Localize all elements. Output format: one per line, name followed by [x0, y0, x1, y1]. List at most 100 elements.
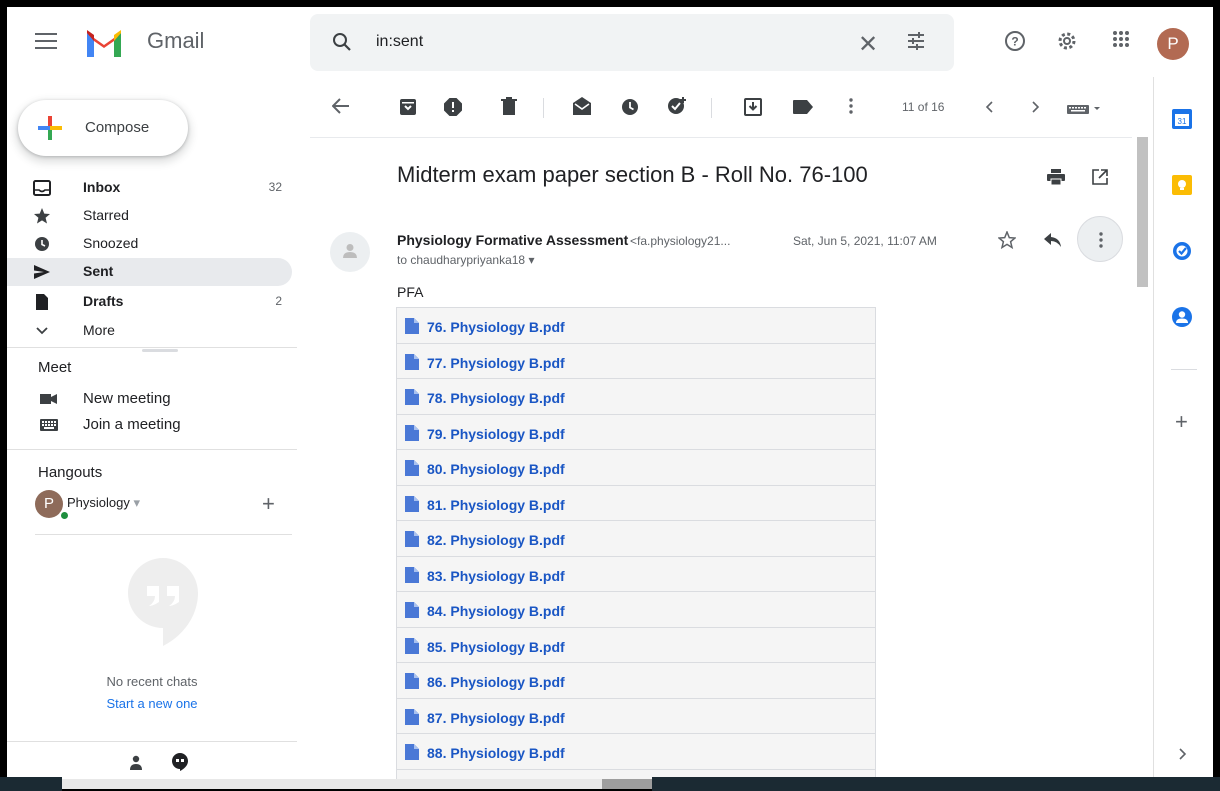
attachment-row[interactable]: 82. Physiology B.pdf [397, 521, 875, 557]
attachment-row[interactable]: 84. Physiology B.pdf [397, 592, 875, 628]
mark-unread-icon[interactable] [572, 97, 592, 115]
attachment-name[interactable]: 88. Physiology B.pdf [427, 745, 565, 761]
reply-arrow-icon[interactable] [1044, 233, 1062, 247]
print-icon[interactable] [1047, 169, 1065, 185]
newer-chevron-left-icon[interactable] [985, 101, 993, 113]
caret-down-icon: ▾ [133, 495, 141, 510]
message-more-button[interactable] [1077, 216, 1123, 262]
input-tools-keyboard-icon[interactable] [1067, 103, 1103, 115]
draft-count: 2 [275, 294, 282, 308]
attachment-row[interactable]: 86. Physiology B.pdf [397, 663, 875, 699]
add-chat-icon[interactable]: + [262, 491, 275, 517]
back-arrow-icon[interactable] [332, 98, 350, 114]
add-to-tasks-icon[interactable] [667, 96, 689, 116]
keyboard-icon [40, 419, 58, 431]
sidebar-item-sent[interactable]: Sent [7, 258, 292, 286]
contacts-person-icon[interactable] [129, 755, 143, 771]
attachment-row[interactable]: 85. Physiology B.pdf [397, 627, 875, 663]
apps-grid-icon[interactable] [1112, 30, 1130, 48]
sidebar-item-more[interactable]: More [7, 317, 292, 345]
attachment-row[interactable]: 83. Physiology B.pdf [397, 556, 875, 592]
unread-count: 32 [268, 180, 282, 194]
no-recent-chats-text: No recent chats [106, 674, 198, 689]
meet-section-title: Meet [38, 359, 72, 376]
document-icon [405, 460, 419, 476]
search-options-icon[interactable] [906, 31, 926, 51]
online-status-dot [59, 510, 70, 521]
document-icon [405, 744, 419, 760]
message-subject: Midterm exam paper section B - Roll No. … [397, 162, 868, 187]
calendar-icon[interactable]: 31 [1172, 109, 1192, 129]
person-placeholder-icon [343, 244, 357, 258]
sidebar-item-drafts[interactable]: Drafts 2 [7, 288, 292, 316]
gmail-window: Gmail in:sent ✕ ? P Compose Inbox 32 Sta… [7, 7, 1213, 784]
attachment-name[interactable]: 84. Physiology B.pdf [427, 603, 565, 619]
search-input[interactable]: in:sent [376, 33, 423, 51]
attachment-row[interactable]: 87. Physiology B.pdf [397, 698, 875, 734]
attachment-row[interactable]: 77. Physiology B.pdf [397, 343, 875, 379]
sidebar-item-label: Snoozed [83, 235, 139, 251]
sender-name[interactable]: Physiology Formative Assessment [397, 232, 628, 248]
attachment-row[interactable]: 80. Physiology B.pdf [397, 450, 875, 486]
attachment-name[interactable]: 82. Physiology B.pdf [427, 532, 565, 548]
inbox-icon [33, 180, 51, 196]
older-chevron-right-icon[interactable] [1032, 101, 1040, 113]
expand-panel-chevron-icon[interactable] [1179, 748, 1187, 760]
keep-icon[interactable] [1172, 175, 1192, 195]
label-tag-icon[interactable] [793, 100, 813, 114]
sidebar-item-label: More [83, 322, 115, 338]
scrollbar-thumb[interactable] [1137, 137, 1148, 287]
move-to-icon[interactable] [744, 98, 762, 116]
new-meeting-item[interactable]: New meeting [7, 386, 292, 412]
sidebar-item-inbox[interactable]: Inbox 32 [7, 174, 292, 202]
attachment-name[interactable]: 80. Physiology B.pdf [427, 461, 565, 477]
more-vertical-icon[interactable] [849, 98, 853, 114]
attachment-name[interactable]: 85. Physiology B.pdf [427, 639, 565, 655]
settings-gear-icon[interactable] [1056, 30, 1078, 52]
svg-text:?: ? [1011, 35, 1018, 49]
main-menu-icon[interactable] [35, 33, 57, 51]
snooze-clock-icon[interactable] [621, 98, 639, 116]
join-meeting-item[interactable]: Join a meeting [7, 412, 292, 438]
star-outline-icon[interactable] [998, 231, 1016, 249]
compose-button[interactable]: Compose [18, 100, 188, 156]
sidebar-item-label: Drafts [83, 293, 124, 309]
sidebar-item-starred[interactable]: Starred [7, 202, 292, 230]
recipients-line[interactable]: to chaudharypriyanka18 ▾ [397, 253, 534, 267]
attachment-name[interactable]: 83. Physiology B.pdf [427, 568, 565, 584]
attachment-name[interactable]: 76. Physiology B.pdf [427, 319, 565, 335]
caret-down-icon: ▾ [528, 253, 535, 267]
attachment-row[interactable]: 88. Physiology B.pdf [397, 734, 875, 770]
attachment-name[interactable]: 79. Physiology B.pdf [427, 426, 565, 442]
sidebar-item-snoozed[interactable]: Snoozed [7, 230, 292, 258]
attachment-row[interactable]: 76. Physiology B.pdf [397, 308, 875, 344]
attachment-name[interactable]: 86. Physiology B.pdf [427, 674, 565, 690]
document-icon [405, 566, 419, 583]
contacts-icon[interactable] [1172, 307, 1192, 327]
attachment-name[interactable]: 78. Physiology B.pdf [427, 390, 565, 406]
delete-trash-icon[interactable] [501, 97, 517, 115]
search-bar[interactable]: in:sent ✕ [310, 14, 954, 71]
attachment-row[interactable]: 78. Physiology B.pdf [397, 379, 875, 415]
start-new-chat-link[interactable]: Start a new one [7, 696, 297, 711]
message-body: PFA [397, 284, 424, 300]
get-addons-plus-icon[interactable]: + [1175, 409, 1188, 435]
archive-icon[interactable] [400, 99, 416, 115]
help-icon[interactable]: ? [1004, 30, 1026, 52]
resize-handle[interactable] [142, 349, 178, 352]
search-icon[interactable] [332, 32, 352, 52]
attachment-name[interactable]: 87. Physiology B.pdf [427, 710, 565, 726]
clear-search-icon[interactable]: ✕ [858, 30, 878, 59]
account-avatar[interactable]: P [1157, 28, 1189, 60]
report-spam-icon[interactable] [444, 98, 462, 116]
hangouts-chat-tab-icon[interactable] [172, 753, 188, 771]
document-icon [405, 531, 419, 547]
attachment-name[interactable]: 77. Physiology B.pdf [427, 355, 565, 371]
sender-avatar[interactable] [330, 232, 370, 272]
attachment-row[interactable]: 81. Physiology B.pdf [397, 485, 875, 521]
attachment-name[interactable]: 81. Physiology B.pdf [427, 497, 565, 513]
send-icon [34, 265, 50, 279]
tasks-icon[interactable] [1172, 241, 1192, 261]
attachment-row[interactable]: 79. Physiology B.pdf [397, 414, 875, 450]
open-new-window-icon[interactable] [1092, 169, 1108, 185]
